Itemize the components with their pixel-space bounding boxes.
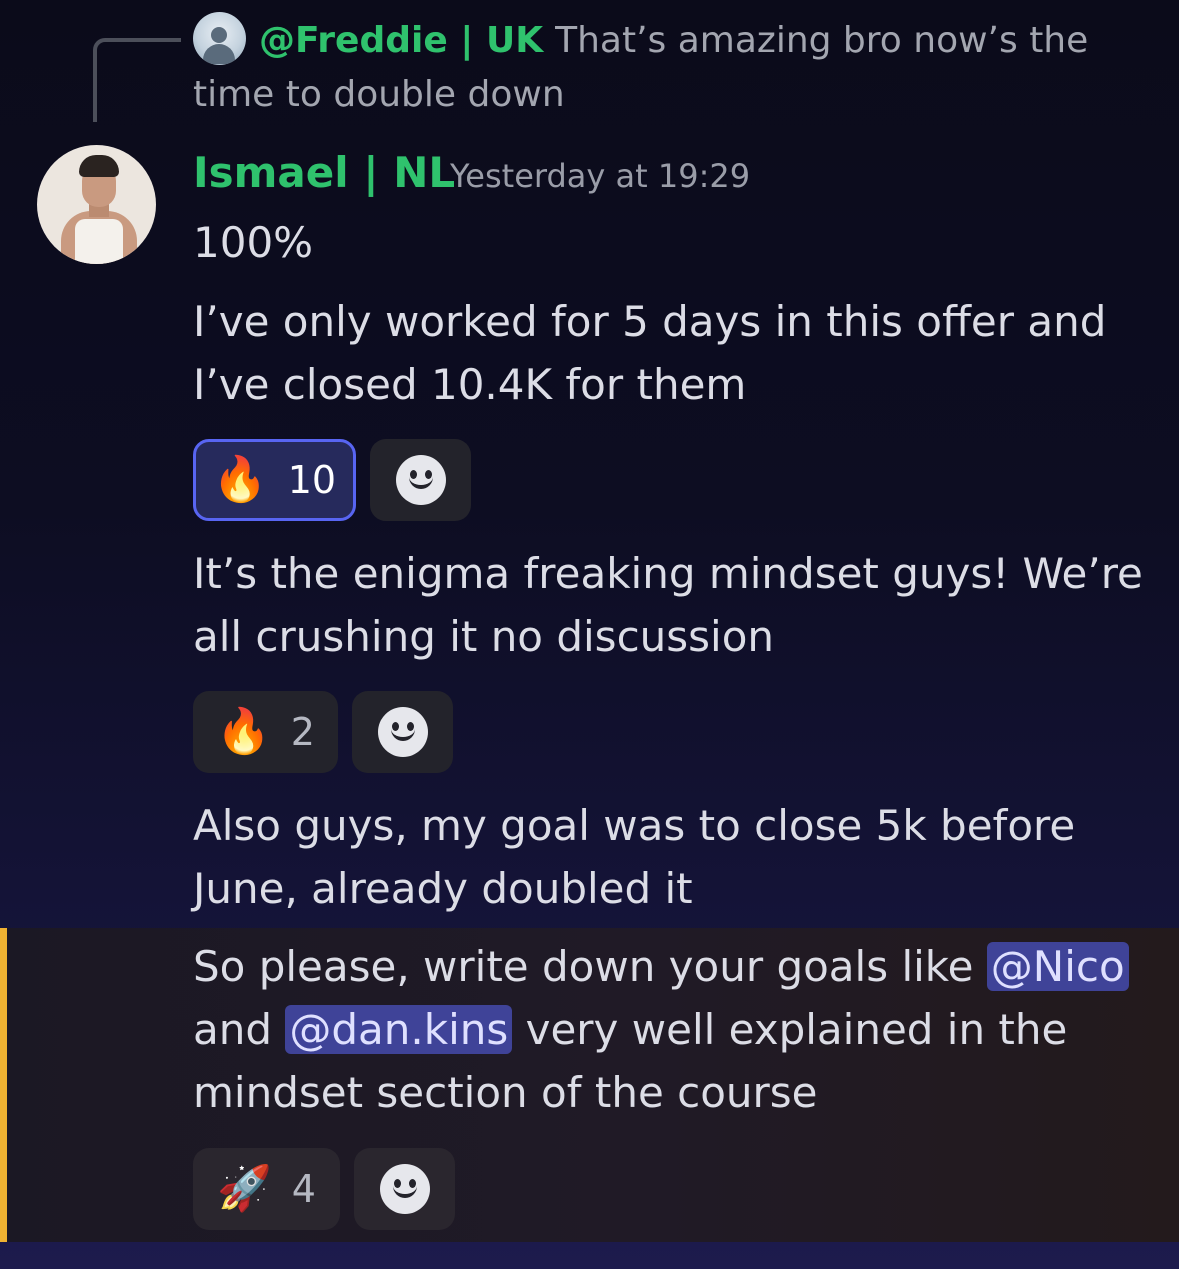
mention-nico[interactable]: @Nico — [986, 942, 1129, 991]
smiley-add-icon — [379, 1164, 430, 1214]
message-line-4: Also guys, my goal was to close 5k befor… — [193, 801, 1076, 913]
smiley-add-icon — [395, 455, 446, 505]
add-reaction-button[interactable] — [370, 439, 471, 521]
fire-icon: 🔥 — [212, 454, 268, 505]
reaction-count: 10 — [287, 458, 337, 502]
reply-connector-line — [93, 38, 181, 122]
reaction-count: 2 — [290, 710, 315, 754]
message-line-5: So please, write down your goals like @N… — [193, 935, 1153, 1124]
message-line-2: I’ve only worked for 5 days in this offe… — [193, 297, 1107, 409]
add-reaction-button[interactable] — [352, 691, 453, 773]
message-text: and — [193, 1005, 286, 1054]
mention-dan-kins[interactable]: @dan.kins — [285, 1005, 513, 1054]
smiley-add-icon — [377, 707, 428, 757]
rocket-icon: 🚀 — [217, 1163, 272, 1214]
reaction-fire-2[interactable]: 🔥 2 — [193, 691, 338, 773]
message-line-1: 100% — [193, 218, 314, 267]
reaction-rocket-4[interactable]: 🚀 4 — [193, 1148, 340, 1230]
reply-preview[interactable]: @Freddie | UK That’s amazing bro now’s th… — [193, 14, 1153, 122]
message-timestamp: Yesterday at 19:29 — [450, 157, 751, 195]
mention-highlight-bar — [0, 928, 7, 1242]
reaction-fire-10[interactable]: 🔥 10 — [193, 439, 356, 521]
message-text: So please, write down your goals like — [193, 942, 987, 991]
fire-icon: 🔥 — [216, 706, 271, 757]
reaction-count: 4 — [291, 1167, 316, 1211]
add-reaction-button[interactable] — [354, 1148, 455, 1230]
message-author-name[interactable]: Ismael | NL — [193, 146, 455, 200]
message-line-3: It’s the enigma freaking mindset guys! W… — [193, 549, 1143, 661]
reply-author-name[interactable]: @Freddie | UK — [259, 20, 543, 61]
avatar[interactable] — [37, 145, 156, 264]
